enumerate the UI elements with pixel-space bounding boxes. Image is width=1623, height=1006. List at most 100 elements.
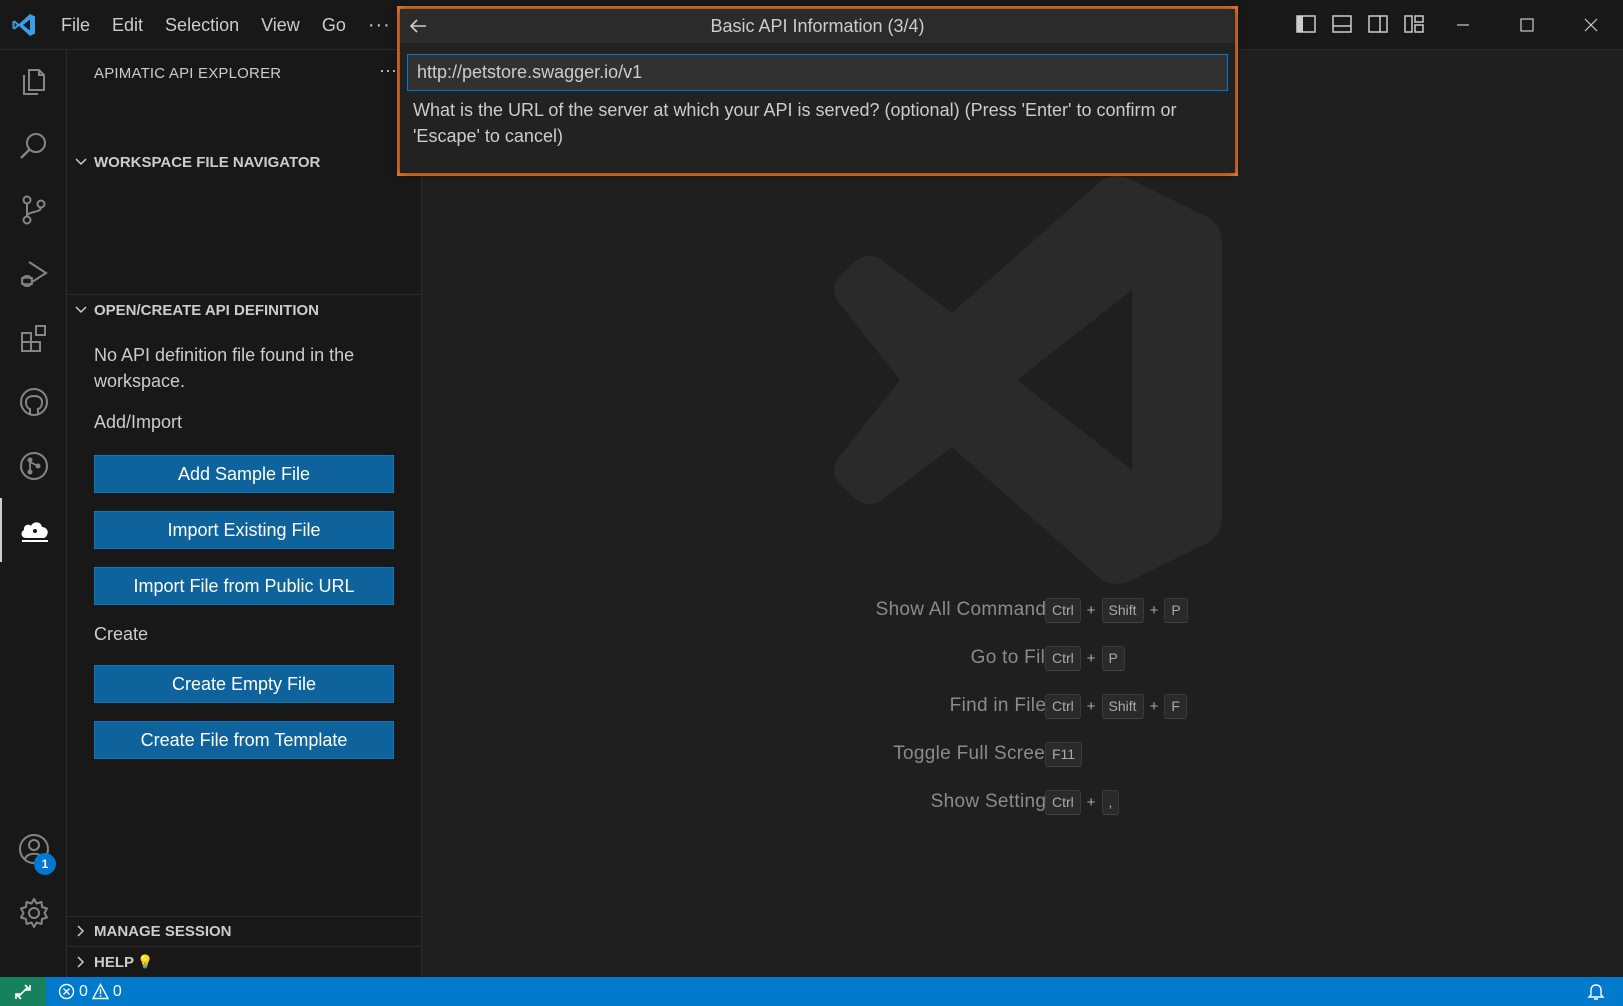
gear-icon: [19, 898, 48, 928]
window-controls: [1431, 0, 1623, 50]
remote-icon: [15, 983, 31, 1000]
create-file-from-template-button[interactable]: Create File from Template: [94, 721, 394, 759]
activity-search[interactable]: [0, 114, 67, 178]
shortcut-label: Show Settings: [930, 791, 1056, 812]
github-icon: [19, 388, 48, 416]
key-cap: Shift: [1101, 598, 1144, 623]
server-url-input[interactable]: [407, 54, 1228, 91]
status-bar: 0 0: [0, 977, 1623, 1006]
section-title: MANAGE SESSION: [94, 922, 232, 940]
section-title: WORKSPACE FILE NAVIGATOR: [94, 153, 321, 171]
activity-explorer[interactable]: [0, 50, 67, 114]
section-help[interactable]: HELP 💡: [67, 947, 422, 977]
warning-icon: [91, 983, 109, 1000]
maximize-icon: [1520, 18, 1534, 32]
key-cap: Ctrl: [1045, 694, 1081, 719]
quick-input-message: What is the URL of the server at which y…: [413, 100, 1177, 146]
git-graph-icon: [19, 452, 48, 480]
menu-file[interactable]: File: [50, 0, 101, 50]
key-cap: Shift: [1101, 694, 1144, 719]
chevron-right-icon: [76, 925, 84, 937]
menu-more-button[interactable]: ···: [357, 14, 402, 37]
shortcut-label: Show All Commands: [875, 599, 1056, 620]
create-empty-file-button[interactable]: Create Empty File: [94, 665, 394, 703]
remote-indicator[interactable]: [0, 977, 46, 1006]
search-icon: [19, 133, 46, 159]
section-workspace-file-navigator[interactable]: WORKSPACE FILE NAVIGATOR: [67, 147, 422, 177]
menu-view[interactable]: View: [250, 0, 311, 50]
section-manage-session[interactable]: MANAGE SESSION: [67, 916, 422, 946]
activity-source-control[interactable]: [0, 178, 67, 242]
close-icon: [1584, 18, 1598, 32]
key-cap: P: [1164, 598, 1188, 623]
shortcut-label: Toggle Full Screen: [893, 743, 1056, 764]
activity-accounts[interactable]: 1: [0, 817, 67, 881]
section-open-create-api-definition[interactable]: OPEN/CREATE API DEFINITION: [67, 295, 422, 325]
add-sample-file-button[interactable]: Add Sample File: [94, 455, 394, 493]
sidebar: APIMATIC API EXPLORER ··· WORKSPACE FILE…: [67, 50, 422, 977]
menu-edit[interactable]: Edit: [101, 0, 154, 50]
toggle-panel-icon[interactable]: [1331, 13, 1353, 35]
activity-git-graph[interactable]: [0, 434, 67, 498]
maximize-button[interactable]: [1495, 0, 1559, 50]
chevron-down-icon: [74, 306, 87, 314]
shortcut-label: Find in Files: [949, 695, 1056, 716]
key-cap: F: [1164, 694, 1187, 719]
minimize-button[interactable]: [1431, 0, 1495, 50]
key-cap: ,: [1101, 790, 1120, 815]
key-cap: P: [1101, 646, 1125, 671]
cloud-icon: [21, 522, 48, 542]
editor-area: Show All Commands Ctrl + Shift + P Go to F…: [422, 50, 1623, 977]
run-debug-icon: [20, 261, 48, 287]
error-icon: [58, 983, 75, 1000]
vscode-window: File Edit Selection View Go ··· 1 APIMAT…: [0, 0, 1623, 1006]
accounts-badge: 1: [34, 853, 56, 875]
error-count: 0: [79, 982, 88, 1000]
files-icon: [22, 69, 45, 95]
problems-indicator[interactable]: 0 0: [58, 977, 122, 1006]
source-control-icon: [22, 195, 45, 225]
no-definition-message: No API definition file found in the work…: [94, 345, 355, 391]
extensions-icon: [20, 325, 46, 352]
shortcut-row: Show All Commands Ctrl + Shift + P: [422, 595, 1623, 625]
activity-apimatic[interactable]: [0, 498, 67, 562]
shortcut-label: Go to File: [970, 647, 1056, 668]
lightbulb-icon: 💡: [137, 954, 154, 969]
vscode-logo-icon: [12, 14, 35, 36]
chevron-down-icon: [74, 158, 87, 166]
activity-extensions[interactable]: [0, 306, 67, 370]
activity-run-debug[interactable]: [0, 242, 67, 306]
shortcut-row: Go to File Ctrl + P: [422, 643, 1623, 673]
key-cap: Ctrl: [1045, 598, 1081, 623]
quick-input-widget: Basic API Information (3/4) What is the …: [400, 9, 1235, 173]
close-button[interactable]: [1559, 0, 1623, 50]
menu-bar: File Edit Selection View Go ···: [50, 0, 402, 50]
activity-bar: 1: [0, 50, 67, 977]
import-file-from-url-button[interactable]: Import File from Public URL: [94, 567, 394, 605]
section-title: HELP: [94, 953, 135, 971]
section-title: OPEN/CREATE API DEFINITION: [94, 301, 320, 319]
chevron-right-icon: [76, 956, 84, 968]
sidebar-title: APIMATIC API EXPLORER: [94, 65, 282, 82]
key-cap: Ctrl: [1045, 646, 1081, 671]
layout-controls: [1295, 13, 1425, 35]
menu-go[interactable]: Go: [311, 0, 357, 50]
toggle-primary-sidebar-icon[interactable]: [1295, 13, 1317, 35]
shortcut-row: Toggle Full Screen F11: [422, 739, 1623, 769]
menu-selection[interactable]: Selection: [154, 0, 250, 50]
quick-input-title: Basic API Information (3/4): [400, 9, 1235, 43]
import-existing-file-button[interactable]: Import Existing File: [94, 511, 394, 549]
toggle-secondary-sidebar-icon[interactable]: [1367, 13, 1389, 35]
create-label: Create: [94, 624, 149, 644]
customize-layout-icon[interactable]: [1403, 13, 1425, 35]
sidebar-more-button[interactable]: ···: [379, 60, 397, 81]
shortcut-row: Show Settings Ctrl + ,: [422, 787, 1623, 817]
key-cap: F11: [1045, 742, 1083, 767]
minimize-icon: [1457, 24, 1469, 26]
warning-count: 0: [112, 982, 122, 1000]
bell-icon[interactable]: [1587, 982, 1605, 1001]
shortcut-row: Find in Files Ctrl + Shift + F: [422, 691, 1623, 721]
activity-manage[interactable]: [0, 881, 67, 945]
back-arrow-icon[interactable]: [408, 16, 428, 36]
activity-github[interactable]: [0, 370, 67, 434]
